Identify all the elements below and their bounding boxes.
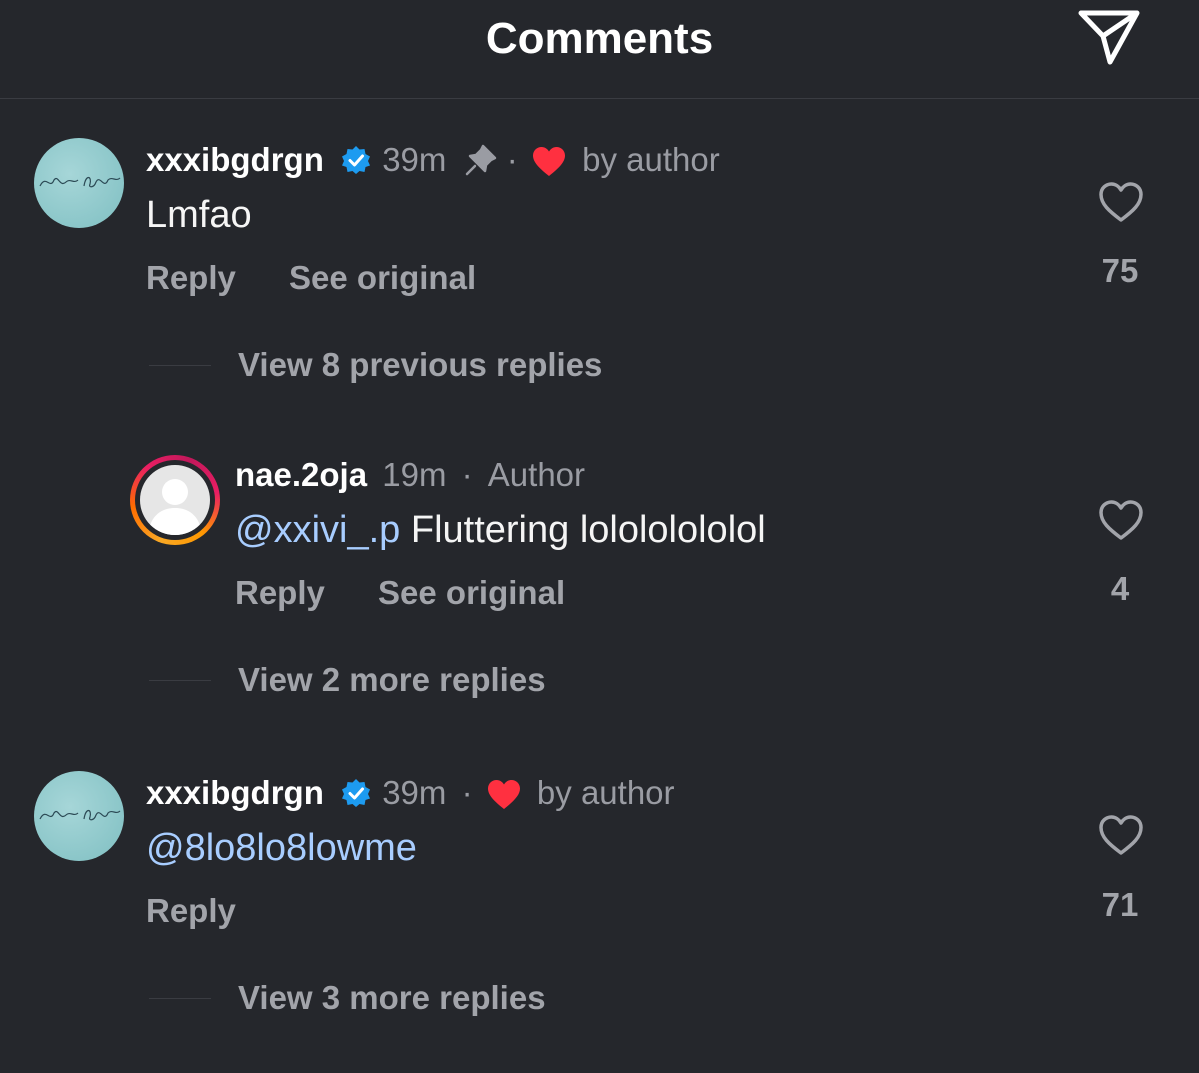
comment-time: 39m [382, 774, 447, 811]
separator-dot: · [461, 774, 473, 811]
heart-outline-icon[interactable] [1097, 498, 1145, 542]
like-count: 4 [1110, 570, 1130, 607]
avatar[interactable] [34, 771, 124, 861]
author-tag: Author [487, 456, 586, 493]
thread-divider [149, 365, 211, 366]
reply-button[interactable]: Reply [146, 259, 236, 296]
avatar[interactable] [34, 138, 124, 228]
see-original-button[interactable]: See original [378, 574, 565, 611]
pin-icon [465, 144, 496, 176]
reply-button[interactable]: Reply [146, 892, 236, 929]
view-replies-button[interactable]: View 3 more replies [238, 978, 546, 1018]
comment-meta: nae.2oja 19m · Author [235, 455, 585, 495]
comment-text: @xxivi_.p Fluttering lolololololol [235, 508, 766, 552]
mention-link[interactable]: @xxivi_.p [235, 509, 400, 551]
comment-meta: xxxibgdrgn 39m · by author [146, 773, 675, 813]
avatar [140, 465, 210, 535]
heart-outline-icon[interactable] [1097, 813, 1145, 857]
separator-dot: · [506, 141, 518, 178]
username[interactable]: xxxibgdrgn [146, 141, 324, 178]
liked-by-author-label: by author [536, 774, 675, 811]
comment-actions: Reply See original [146, 258, 476, 298]
comment-time: 19m [382, 456, 447, 493]
verified-badge-icon [342, 146, 371, 174]
see-original-button[interactable]: See original [289, 259, 476, 296]
thread-divider [149, 998, 211, 999]
header: Comments [0, 0, 1199, 99]
comment-meta: xxxibgdrgn 39m · by author [146, 140, 720, 180]
thread-divider [149, 680, 211, 681]
like-count: 75 [1101, 252, 1139, 289]
comment-text: Lmfao [146, 194, 252, 236]
default-user-icon [148, 479, 202, 535]
verified-badge-icon [342, 779, 371, 807]
page-title: Comments [485, 14, 714, 63]
liked-by-author-label: by author [582, 141, 720, 178]
view-replies-button[interactable]: View 2 more replies [238, 660, 546, 700]
separator-dot: · [461, 456, 473, 493]
send-icon[interactable] [1076, 8, 1142, 66]
comment-actions: Reply [146, 891, 236, 931]
signature-logo [39, 176, 121, 188]
heart-icon [487, 780, 520, 809]
comment-body: Fluttering lolololololol [400, 509, 766, 551]
heart-outline-icon[interactable] [1097, 180, 1145, 224]
mention-link[interactable]: @8lo8lo8lowme [146, 827, 417, 869]
username[interactable]: nae.2oja [235, 456, 367, 493]
comment-time: 39m [382, 141, 447, 178]
heart-icon [532, 147, 565, 176]
signature-logo [39, 809, 121, 821]
comment-text: @8lo8lo8lowme [146, 826, 417, 870]
reply-button[interactable]: Reply [235, 574, 325, 611]
avatar-story-ring[interactable] [130, 455, 220, 545]
comment-actions: Reply See original [235, 573, 565, 613]
like-count: 71 [1101, 886, 1139, 923]
view-replies-button[interactable]: View 8 previous replies [238, 345, 602, 385]
username[interactable]: xxxibgdrgn [146, 774, 324, 811]
